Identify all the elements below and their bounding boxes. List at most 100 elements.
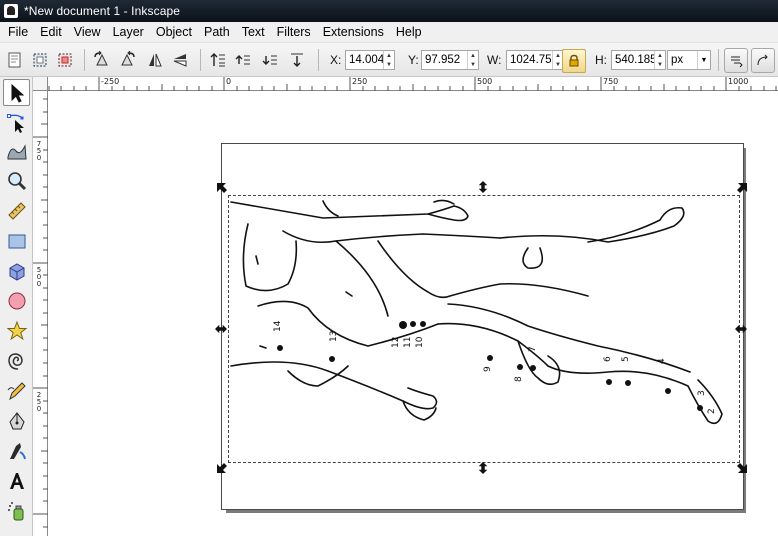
stretch-handle-right[interactable] xyxy=(735,323,747,335)
select-all-icon[interactable] xyxy=(5,50,25,70)
h-label: H: xyxy=(595,53,607,67)
horizontal-ruler[interactable]: -250 0 250 500 750 1000 xyxy=(48,77,778,91)
box3d-tool[interactable] xyxy=(3,257,30,284)
ruler-label: 7 5 0 xyxy=(35,141,43,162)
menu-extensions[interactable]: Extensions xyxy=(317,25,390,39)
stretch-handle-top[interactable] xyxy=(477,181,489,193)
flip-horizontal-icon[interactable] xyxy=(145,50,165,70)
y-label: Y: xyxy=(408,53,419,67)
pen-icon xyxy=(8,411,25,429)
x-value[interactable]: 14.004 xyxy=(346,54,383,66)
ruler-label-text: 2 5 0 xyxy=(36,391,42,413)
spray-icon xyxy=(7,501,23,520)
vertical-ruler[interactable]: 7 5 0 5 0 0 2 5 0 xyxy=(33,91,48,536)
scale-handle-bottom-left[interactable] xyxy=(216,462,228,474)
ruler-label: 750 xyxy=(603,77,619,86)
lock-icon xyxy=(569,54,579,67)
toolbox xyxy=(0,77,33,536)
selector-tool[interactable] xyxy=(3,79,30,106)
ellipse-icon xyxy=(8,292,25,309)
node-tool[interactable] xyxy=(3,109,30,136)
invert-selection-icon[interactable] xyxy=(55,50,75,70)
raise-to-top-icon[interactable] xyxy=(208,50,228,70)
ruler-label: 5 0 0 xyxy=(35,267,43,288)
star-tool[interactable] xyxy=(3,317,30,344)
ruler-label-text: 5 0 0 xyxy=(36,266,42,288)
ruler-label-text: 7 5 0 xyxy=(36,140,42,162)
inkscape-logo-icon xyxy=(4,4,18,18)
scale-handle-top-left[interactable] xyxy=(216,182,228,194)
lower-to-bottom-icon[interactable] xyxy=(287,50,307,70)
w-field[interactable]: 1024.75 ▲ ▼ xyxy=(506,50,564,70)
h-field[interactable]: 540.185 ▲ ▼ xyxy=(611,50,666,70)
measure-tool[interactable] xyxy=(3,197,30,224)
selector-icon xyxy=(11,83,24,103)
h-value[interactable]: 540.185 xyxy=(612,54,654,66)
lock-proportions-button[interactable] xyxy=(562,49,586,73)
scale-corners-icon xyxy=(757,54,768,65)
ruler-label: 500 xyxy=(477,77,493,86)
drawing-canvas[interactable]: 14 13 12 11 10 9 8 7 6 5 4 3 2 xyxy=(48,91,778,536)
stretch-handle-bottom[interactable] xyxy=(477,462,489,474)
spiral-icon xyxy=(7,352,23,370)
scale-handle-bottom-right[interactable] xyxy=(736,462,748,474)
w-value[interactable]: 1024.75 xyxy=(507,54,552,66)
menu-filters[interactable]: Filters xyxy=(271,25,317,39)
h-spin-arrows[interactable]: ▲ ▼ xyxy=(654,51,665,69)
calligraphy-icon xyxy=(9,442,26,459)
unit-value[interactable]: px xyxy=(668,54,697,66)
text-icon xyxy=(9,472,24,489)
menu-object[interactable]: Object xyxy=(150,25,198,39)
scale-stroke-button[interactable] xyxy=(724,48,748,73)
rectangle-tool[interactable] xyxy=(3,227,30,254)
y-field[interactable]: 97.952 ▲ ▼ xyxy=(421,50,479,70)
select-all-layers-icon[interactable] xyxy=(30,50,50,70)
menu-path[interactable]: Path xyxy=(198,25,236,39)
title-bar: *New document 1 - Inkscape xyxy=(0,0,778,22)
horizontal-ruler-ticks xyxy=(48,77,777,91)
raise-icon[interactable] xyxy=(233,50,253,70)
ruler-label: 2 5 0 xyxy=(35,392,43,413)
w-label: W: xyxy=(487,53,502,67)
flip-vertical-icon[interactable] xyxy=(170,50,190,70)
measure-icon xyxy=(7,201,26,220)
ruler-label: -250 xyxy=(101,77,120,86)
menu-edit[interactable]: Edit xyxy=(34,25,68,39)
pen-tool[interactable] xyxy=(3,407,30,434)
menu-view[interactable]: View xyxy=(68,25,107,39)
lower-icon[interactable] xyxy=(260,50,280,70)
x-field[interactable]: 14.004 ▲ ▼ xyxy=(345,50,395,70)
zoom-tool[interactable] xyxy=(3,167,30,194)
ellipse-tool[interactable] xyxy=(3,287,30,314)
zoom-icon xyxy=(7,171,26,190)
spiral-tool[interactable] xyxy=(3,347,30,374)
chevron-down-icon[interactable]: ▼ xyxy=(697,51,710,69)
x-spin-arrows[interactable]: ▲ ▼ xyxy=(383,51,394,69)
pencil-icon xyxy=(7,381,26,400)
scale-handle-top-right[interactable] xyxy=(736,182,748,194)
menu-layer[interactable]: Layer xyxy=(107,25,150,39)
ruler-label: 0 xyxy=(226,77,232,86)
y-value[interactable]: 97.952 xyxy=(422,54,467,66)
unit-select[interactable]: px ▼ xyxy=(667,50,711,70)
selection-bounding-box xyxy=(228,195,740,463)
y-spin-arrows[interactable]: ▲ ▼ xyxy=(467,51,478,69)
pencil-tool[interactable] xyxy=(3,377,30,404)
menu-help[interactable]: Help xyxy=(390,25,428,39)
ruler-label: 1000 xyxy=(728,77,749,86)
menu-file[interactable]: File xyxy=(0,25,34,39)
calligraphy-tool[interactable] xyxy=(3,437,30,464)
scale-corners-button[interactable] xyxy=(751,48,775,73)
rotate-cw-icon[interactable] xyxy=(117,50,137,70)
tweak-icon xyxy=(7,143,27,159)
spray-tool[interactable] xyxy=(3,497,30,524)
tool-controls-bar: X: 14.004 ▲ ▼ Y: 97.952 ▲ ▼ W: 1024.75 ▲ ▼ … xyxy=(0,43,778,77)
menu-text[interactable]: Text xyxy=(236,25,271,39)
tweak-tool[interactable] xyxy=(3,138,30,165)
window-title: *New document 1 - Inkscape xyxy=(24,4,181,18)
stretch-handle-left[interactable] xyxy=(215,323,227,335)
x-label: X: xyxy=(330,53,342,67)
rotate-ccw-icon[interactable] xyxy=(92,50,112,70)
text-tool[interactable] xyxy=(3,467,30,494)
box-3d-icon xyxy=(9,262,24,281)
